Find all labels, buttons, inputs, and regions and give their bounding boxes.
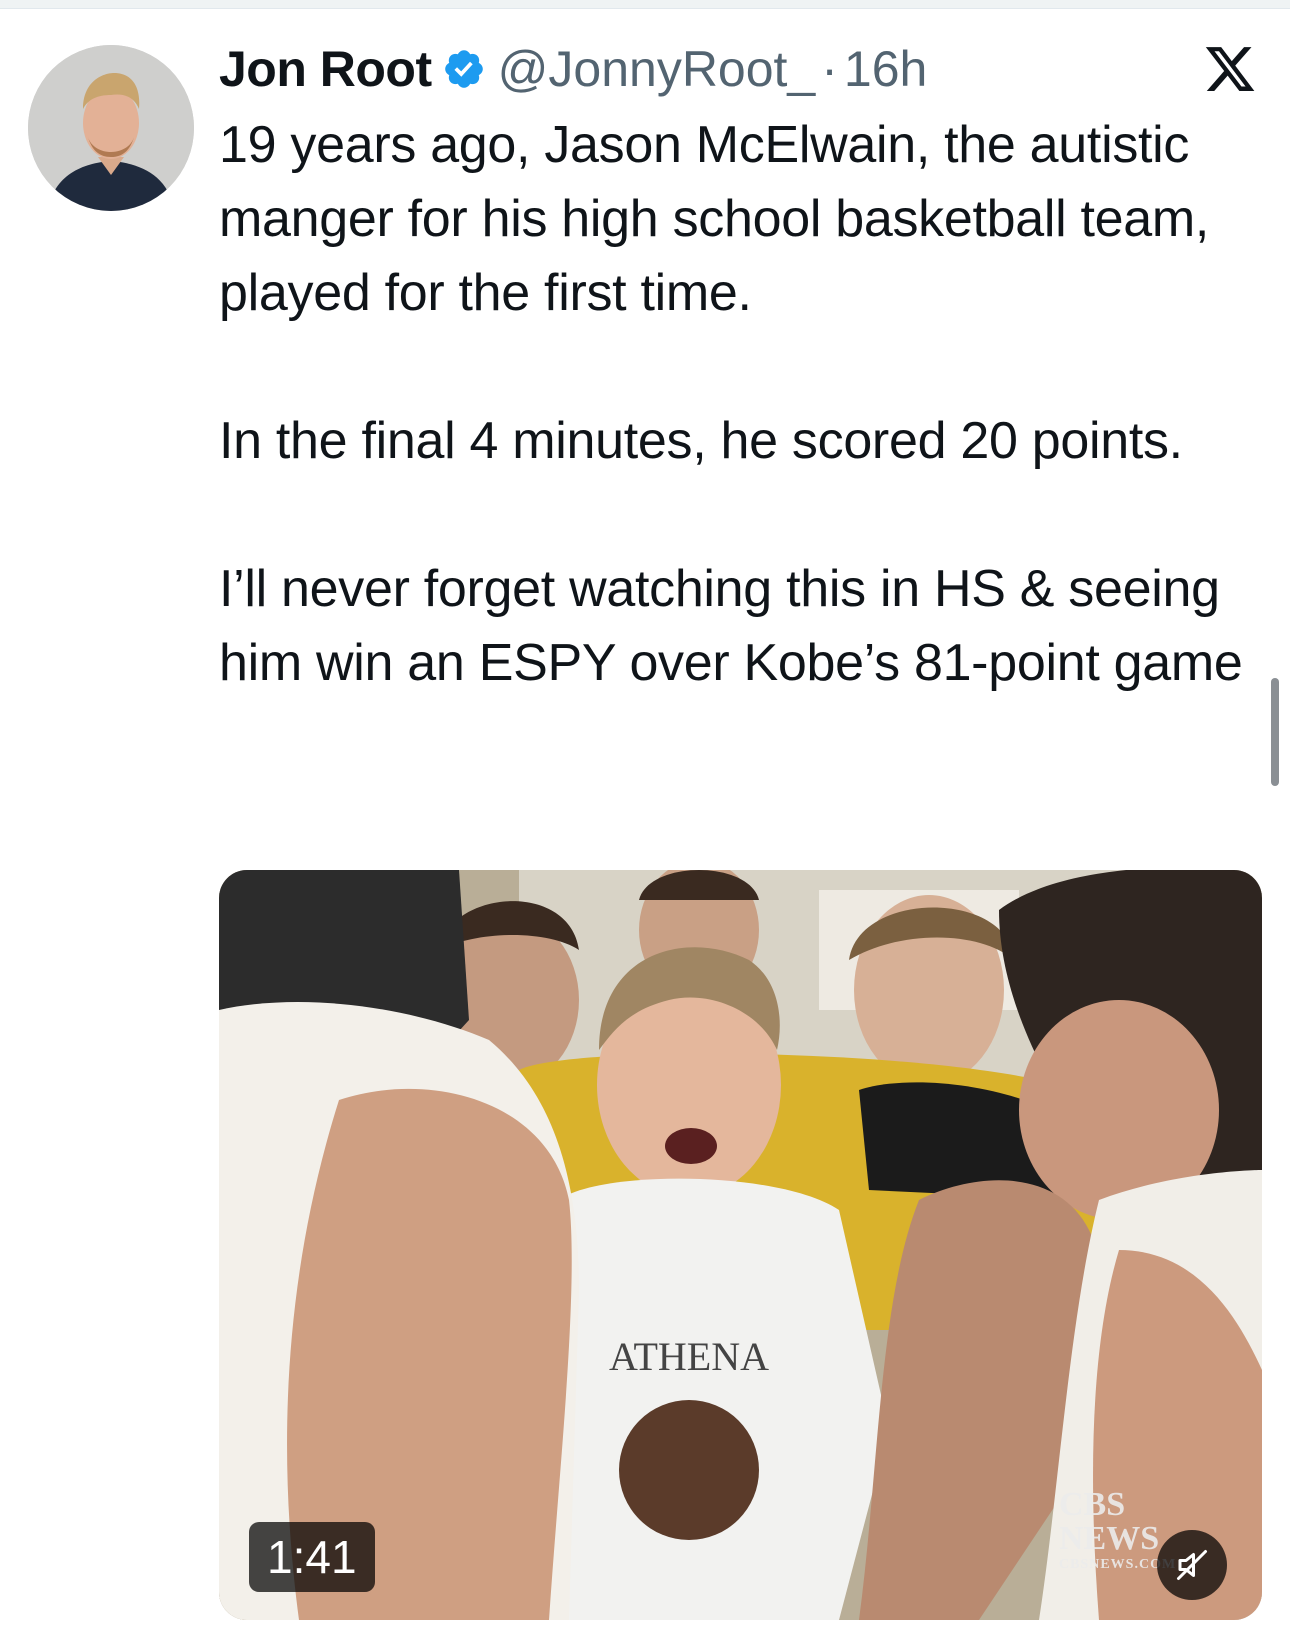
video-player[interactable]: ATHENA CBS NEWS CBSNEWS.COM 1:41 bbox=[219, 870, 1262, 1620]
display-name[interactable]: Jon Root bbox=[219, 40, 432, 98]
svg-text:ATHENA: ATHENA bbox=[609, 1334, 769, 1379]
avatar[interactable] bbox=[28, 45, 194, 211]
mute-button[interactable] bbox=[1157, 1530, 1227, 1600]
timestamp[interactable]: 16h bbox=[844, 40, 927, 98]
speaker-muted-icon bbox=[1177, 1550, 1207, 1580]
video-duration-badge: 1:41 bbox=[249, 1522, 375, 1592]
scrollbar-thumb[interactable] bbox=[1271, 678, 1279, 786]
verified-badge-icon[interactable] bbox=[442, 47, 486, 91]
avatar-photo bbox=[28, 45, 194, 211]
tweet-paragraph-2: In the final 4 minutes, he scored 20 poi… bbox=[219, 412, 1183, 470]
separator-dot: · bbox=[821, 41, 838, 97]
top-divider bbox=[0, 0, 1290, 9]
tweet-paragraph-1: 19 years ago, Jason McElwain, the autist… bbox=[219, 116, 1210, 322]
tweet-header: Jon Root @JonnyRoot_ · 16h bbox=[219, 40, 927, 98]
tweet-paragraph-3: I’ll never forget watching this in HS & … bbox=[219, 560, 1243, 692]
x-logo-icon[interactable] bbox=[1203, 42, 1257, 96]
watermark-line-1: CBS bbox=[1059, 1486, 1126, 1523]
author-handle[interactable]: @JonnyRoot_ bbox=[498, 40, 816, 98]
tweet-text: 19 years ago, Jason McElwain, the autist… bbox=[219, 108, 1259, 700]
